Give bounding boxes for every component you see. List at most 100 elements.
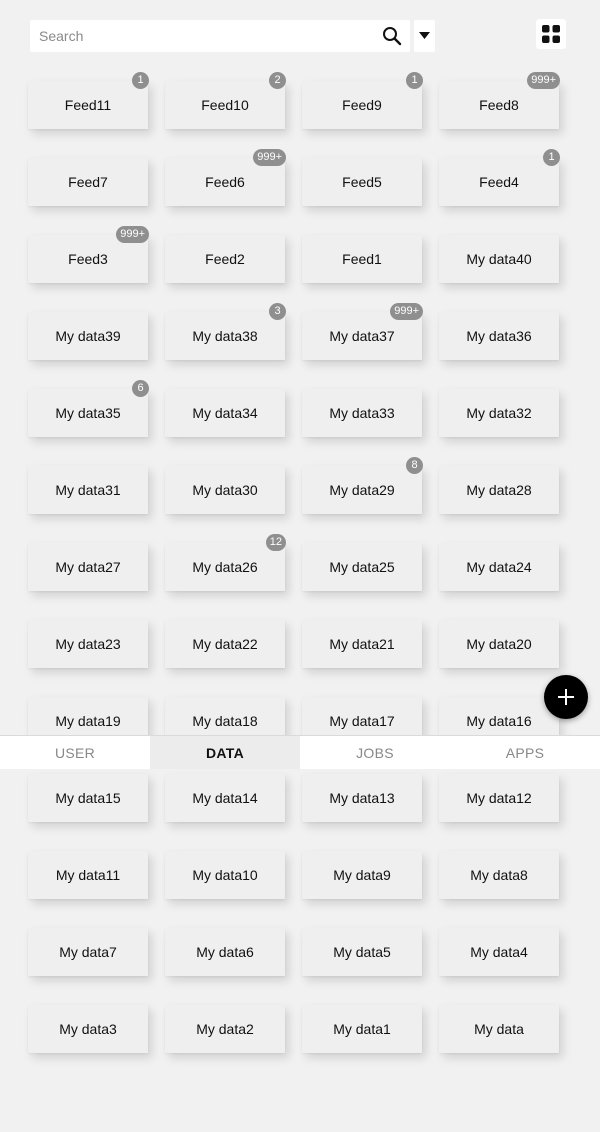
count-badge: 999+ xyxy=(527,72,560,89)
tile-label: My data12 xyxy=(466,790,532,806)
count-badge: 1 xyxy=(406,72,423,89)
data-tile[interactable]: My data34 xyxy=(165,389,285,437)
data-tile[interactable]: My data4 xyxy=(439,928,559,976)
data-tile[interactable]: My data24 xyxy=(439,543,559,591)
data-tile[interactable]: My data33 xyxy=(302,389,422,437)
data-tile[interactable]: My data1 xyxy=(302,1005,422,1053)
data-tile[interactable]: My data20 xyxy=(439,620,559,668)
tab-user[interactable]: USER xyxy=(0,736,150,769)
data-tile[interactable]: My data31 xyxy=(28,466,148,514)
search-box xyxy=(30,20,410,52)
data-tile[interactable]: My data13 xyxy=(302,774,422,822)
data-tile[interactable]: My data23 xyxy=(28,620,148,668)
bottom-tab-bar: USER DATA JOBS APPS xyxy=(0,735,600,769)
data-tile[interactable]: Feed6 999+ xyxy=(165,149,286,206)
search-input[interactable] xyxy=(30,20,370,52)
tab-jobs[interactable]: JOBS xyxy=(300,736,450,769)
tab-data[interactable]: DATA xyxy=(150,736,300,769)
plus-icon xyxy=(558,689,574,705)
grid-view-icon xyxy=(542,25,560,43)
data-tile[interactable]: My data25 xyxy=(302,543,422,591)
data-tile[interactable]: My data3 xyxy=(28,1005,148,1053)
data-tile[interactable]: Feed7 xyxy=(28,158,148,206)
tab-apps[interactable]: APPS xyxy=(450,736,600,769)
top-bar xyxy=(0,0,600,70)
data-tile[interactable]: My data14 xyxy=(165,774,285,822)
tile-label: My data18 xyxy=(192,713,258,729)
data-tile[interactable]: My data22 xyxy=(165,620,285,668)
data-tile[interactable]: My data10 xyxy=(165,851,285,899)
data-tile[interactable]: Feed10 2 xyxy=(165,72,286,129)
tile-label: My data39 xyxy=(55,328,121,344)
tile-label: My data7 xyxy=(59,944,117,960)
tile-label: My data15 xyxy=(55,790,121,806)
data-tile[interactable]: Feed3 999+ xyxy=(28,226,149,283)
data-tile[interactable]: My data5 xyxy=(302,928,422,976)
data-tile[interactable]: Feed9 1 xyxy=(302,72,423,129)
tile-label: Feed4 xyxy=(479,174,519,190)
data-tile[interactable]: My data26 12 xyxy=(165,534,286,591)
tile-label: My data29 xyxy=(329,482,395,498)
data-tile[interactable]: My data38 3 xyxy=(165,303,286,360)
data-tile[interactable]: My data32 xyxy=(439,389,559,437)
data-tile[interactable]: My data8 xyxy=(439,851,559,899)
tile-label: Feed5 xyxy=(342,174,382,190)
tile-label: My data32 xyxy=(466,405,532,421)
tile-label: My data5 xyxy=(333,944,391,960)
tile-label: My data13 xyxy=(329,790,395,806)
tile-label: My data6 xyxy=(196,944,254,960)
data-tile[interactable]: My data40 xyxy=(439,235,559,283)
data-tile[interactable]: My data7 xyxy=(28,928,148,976)
data-tile[interactable]: My data27 xyxy=(28,543,148,591)
data-tile[interactable]: My data2 xyxy=(165,1005,285,1053)
count-badge: 1 xyxy=(543,149,560,166)
data-tile[interactable]: My data xyxy=(439,1005,559,1053)
tile-label: My data37 xyxy=(329,328,395,344)
data-tile[interactable]: My data9 xyxy=(302,851,422,899)
data-tile[interactable]: My data15 xyxy=(28,774,148,822)
data-tile[interactable]: My data29 8 xyxy=(302,457,423,514)
data-tile[interactable]: Feed2 xyxy=(165,235,285,283)
tile-label: Feed8 xyxy=(479,97,519,113)
tile-label: My data19 xyxy=(55,713,121,729)
add-button[interactable] xyxy=(544,675,588,719)
data-tile[interactable]: My data28 xyxy=(439,466,559,514)
tile-label: My data31 xyxy=(55,482,121,498)
tile-label: Feed3 xyxy=(68,251,108,267)
count-badge: 999+ xyxy=(253,149,286,166)
tile-label: Feed7 xyxy=(68,174,108,190)
data-tile[interactable]: My data35 6 xyxy=(28,380,149,437)
tile-label: Feed1 xyxy=(342,251,382,267)
caret-down-icon xyxy=(419,32,430,39)
data-tile[interactable]: My data37 999+ xyxy=(302,303,423,360)
data-tile[interactable]: Feed8 999+ xyxy=(439,72,560,129)
tile-label: My data34 xyxy=(192,405,258,421)
count-badge: 3 xyxy=(269,303,286,320)
count-badge: 1 xyxy=(132,72,149,89)
tile-label: My data1 xyxy=(333,1021,391,1037)
tile-label: My data17 xyxy=(329,713,395,729)
grid-view-button[interactable] xyxy=(536,19,566,49)
tile-label: My data33 xyxy=(329,405,395,421)
data-tile[interactable]: Feed4 1 xyxy=(439,149,560,206)
count-badge: 12 xyxy=(265,534,286,551)
tile-label: Feed9 xyxy=(342,97,382,113)
tile-label: My data3 xyxy=(59,1021,117,1037)
data-tile[interactable]: Feed11 1 xyxy=(28,72,149,129)
tile-label: My data40 xyxy=(466,251,532,267)
tile-label: My data21 xyxy=(329,636,395,652)
tile-label: My data23 xyxy=(55,636,121,652)
data-tile[interactable]: My data21 xyxy=(302,620,422,668)
data-tile[interactable]: My data30 xyxy=(165,466,285,514)
data-tile[interactable]: My data12 xyxy=(439,774,559,822)
data-tile[interactable]: My data6 xyxy=(165,928,285,976)
count-badge: 999+ xyxy=(116,226,149,243)
data-tile[interactable]: Feed1 xyxy=(302,235,422,283)
data-tile[interactable]: My data36 xyxy=(439,312,559,360)
data-tile[interactable]: Feed5 xyxy=(302,158,422,206)
filter-dropdown-button[interactable] xyxy=(414,20,435,52)
data-tile[interactable]: My data11 xyxy=(28,851,148,899)
data-tile[interactable]: My data39 xyxy=(28,312,148,360)
count-badge: 8 xyxy=(406,457,423,474)
search-icon[interactable] xyxy=(382,26,402,46)
